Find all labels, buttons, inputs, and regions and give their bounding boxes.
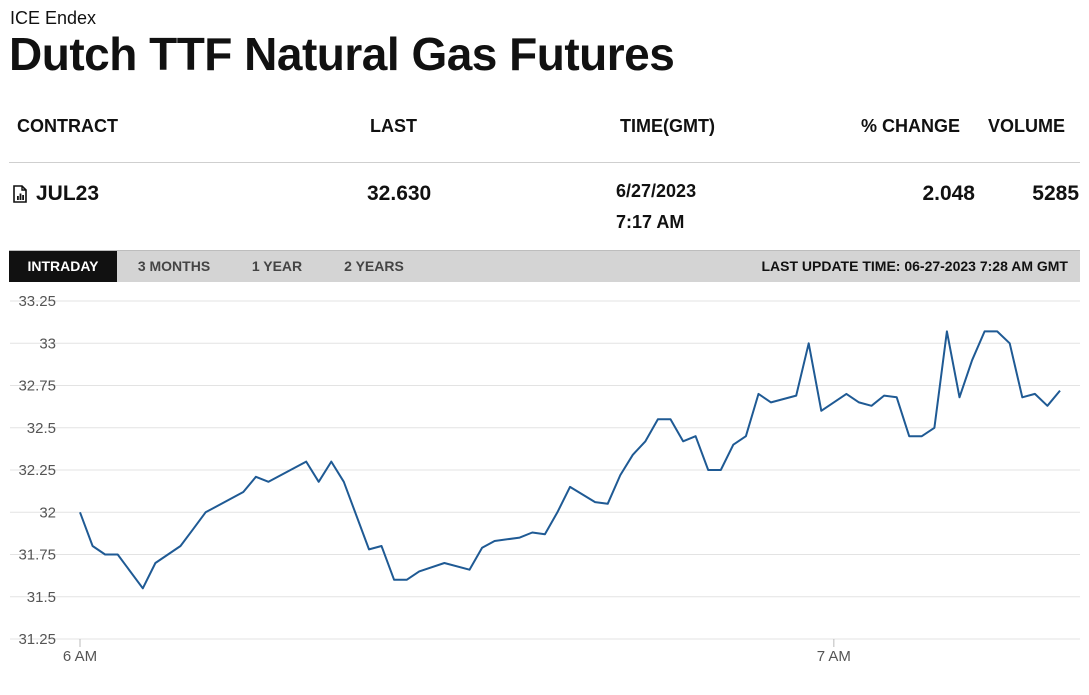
range-tab-bar: INTRADAY 3 MONTHS 1 YEAR 2 YEARS LAST UP…: [9, 250, 1080, 282]
price-line: [79, 330, 1061, 590]
volume-value: 5285: [1032, 182, 1079, 205]
y-tick-label: 32: [39, 504, 56, 521]
header-contract: CONTRACT: [17, 116, 118, 136]
y-tick-label: 32.5: [27, 420, 56, 437]
tab-3-months[interactable]: 3 MONTHS: [127, 251, 221, 282]
tab-1-year[interactable]: 1 YEAR: [243, 251, 311, 282]
y-tick-label: 32.25: [18, 462, 56, 479]
last-price: 32.630: [367, 182, 432, 205]
y-tick-label: 32.75: [18, 378, 56, 395]
percent-change: 2.048: [922, 182, 975, 205]
y-tick-label: 33: [39, 335, 56, 352]
x-tick-label: 6 AM: [63, 648, 97, 665]
header-volume: VOLUME: [988, 116, 1066, 136]
y-tick-label: 31.75: [18, 547, 56, 564]
header-last: LAST: [370, 116, 417, 136]
page-title: Dutch TTF Natural Gas Futures: [9, 28, 675, 80]
contract-link[interactable]: JUL23: [36, 182, 99, 206]
trade-date: 6/27/2023: [616, 181, 697, 201]
document-chart-icon[interactable]: [12, 185, 28, 203]
y-tick-label: 31.25: [18, 631, 56, 648]
trade-time: 7:17 AM: [616, 212, 685, 232]
x-tick-label: 7 AM: [817, 648, 851, 665]
last-update-time: LAST UPDATE TIME: 06-27-2023 7:28 AM GMT: [761, 258, 1068, 274]
exchange-name: ICE Endex: [10, 8, 97, 28]
y-tick-label: 33.25: [18, 293, 56, 310]
table-divider: [9, 162, 1080, 163]
tab-2-years[interactable]: 2 YEARS: [335, 251, 413, 282]
tab-intraday[interactable]: INTRADAY: [9, 251, 117, 282]
price-chart: 31.25 31.5 31.75 32 32.25 32.5 32.75 33 33.25 6 A…: [10, 293, 1080, 665]
header-change: % CHANGE: [861, 116, 961, 136]
y-tick-label: 31.5: [27, 589, 56, 606]
header-time: TIME(GMT): [620, 116, 715, 136]
